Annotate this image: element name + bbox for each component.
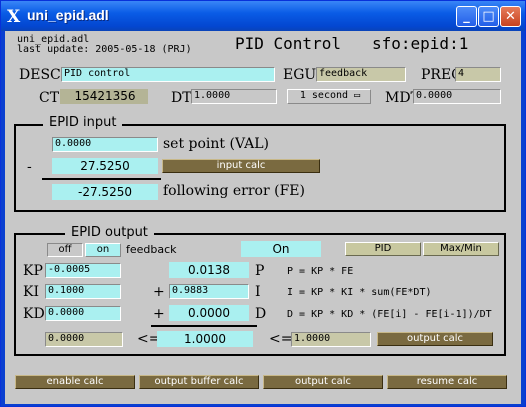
feedback-state: On xyxy=(241,241,321,257)
dt-label: DT xyxy=(171,90,192,106)
d-formula: D = KP * KD * (FE[i] - FE[i-1])/DT xyxy=(287,309,492,320)
enable-calc-button[interactable]: enable calc xyxy=(15,375,135,389)
error-label: following error (FE) xyxy=(163,183,305,199)
kd-label: KD xyxy=(23,306,45,322)
p-label: P xyxy=(255,263,265,279)
epid-output-title: EPID output xyxy=(65,225,154,240)
ki-label: KI xyxy=(23,284,39,300)
kp-field[interactable]: -0.0005 xyxy=(45,263,121,278)
maximize-icon: □ xyxy=(482,9,495,24)
prec-field[interactable]: 4 xyxy=(455,67,501,82)
feedback-label: feedback xyxy=(126,243,177,256)
desc-field[interactable]: PID control xyxy=(61,67,275,82)
d-value: 0.0000 xyxy=(169,305,249,321)
pv-prefix: sfo:epid:1 xyxy=(372,34,469,53)
output-buffer-calc-button[interactable]: output buffer calc xyxy=(139,375,259,389)
plus-i: + xyxy=(153,284,165,300)
le-sign-2: <= xyxy=(269,331,293,347)
egu-field[interactable]: feedback xyxy=(316,67,406,82)
p-formula: P = KP * FE xyxy=(287,266,354,277)
ct-label: CT xyxy=(39,90,60,106)
feedback-on-button[interactable]: on xyxy=(85,243,121,257)
scan-select-value: 1 second xyxy=(299,90,349,101)
d-label: D xyxy=(255,306,267,322)
minus-sign: - xyxy=(27,159,32,175)
footer-output-calc-button[interactable]: output calc xyxy=(263,375,383,389)
feedback-off-button[interactable]: off xyxy=(47,243,83,257)
output-high-limit-field[interactable]: 1.0000 xyxy=(291,332,371,347)
maxmin-mode-button[interactable]: Max/Min xyxy=(423,242,499,256)
app-window: X uni_epid.adl _ □ ✕ uni_epid.adl last u… xyxy=(0,0,526,407)
last-update: last update: 2005-05-18 (PRJ) xyxy=(17,44,192,55)
scan-select[interactable]: 1 second ▭ xyxy=(287,89,371,104)
cval-value: 27.5250 xyxy=(52,158,158,174)
kd-field[interactable]: 0.0000 xyxy=(45,306,121,321)
title-bar[interactable]: X uni_epid.adl _ □ ✕ xyxy=(1,1,525,31)
minimize-icon: _ xyxy=(463,9,470,24)
dropdown-icon: ▭ xyxy=(354,90,361,101)
output-low-limit-field[interactable]: 0.0000 xyxy=(45,332,123,347)
resume-calc-button[interactable]: resume calc xyxy=(387,375,507,389)
kp-label: KP xyxy=(23,263,43,279)
p-value: 0.0138 xyxy=(169,262,249,278)
main-panel: uni_epid.adl last update: 2005-05-18 (PR… xyxy=(5,31,521,404)
ki-field[interactable]: 0.1000 xyxy=(45,284,121,299)
window-title: uni_epid.adl xyxy=(27,7,109,23)
mdt-field[interactable]: 0.0000 xyxy=(413,89,501,104)
error-value: -27.5250 xyxy=(52,184,158,200)
page-title: PID Control xyxy=(235,34,341,53)
desc-label: DESC xyxy=(19,67,61,83)
dt-field[interactable]: 1.0000 xyxy=(191,89,277,104)
ct-value: 15421356 xyxy=(60,89,148,104)
minimize-button[interactable]: _ xyxy=(456,6,477,27)
setpoint-field[interactable]: 0.0000 xyxy=(52,137,158,152)
close-icon: ✕ xyxy=(505,9,516,24)
sum-divider xyxy=(42,178,161,180)
x-app-icon: X xyxy=(7,7,21,27)
i-label: I xyxy=(255,284,261,300)
pid-mode-button[interactable]: PID xyxy=(345,242,421,256)
output-value: 1.0000 xyxy=(157,331,253,347)
input-calc-button[interactable]: input calc xyxy=(162,159,320,173)
output-calc-button[interactable]: output calc xyxy=(377,332,493,346)
egu-label: EGU xyxy=(283,67,317,83)
close-button[interactable]: ✕ xyxy=(500,6,521,27)
plus-d: + xyxy=(153,306,165,322)
i-formula: I = KP * KI * sum(FE*DT) xyxy=(287,287,432,298)
maximize-button[interactable]: □ xyxy=(478,6,499,27)
epid-input-title: EPID input xyxy=(43,115,123,130)
setpoint-label: set point (VAL) xyxy=(163,136,269,152)
i-field[interactable]: 0.9883 xyxy=(169,284,249,299)
output-sum-divider xyxy=(151,325,257,327)
